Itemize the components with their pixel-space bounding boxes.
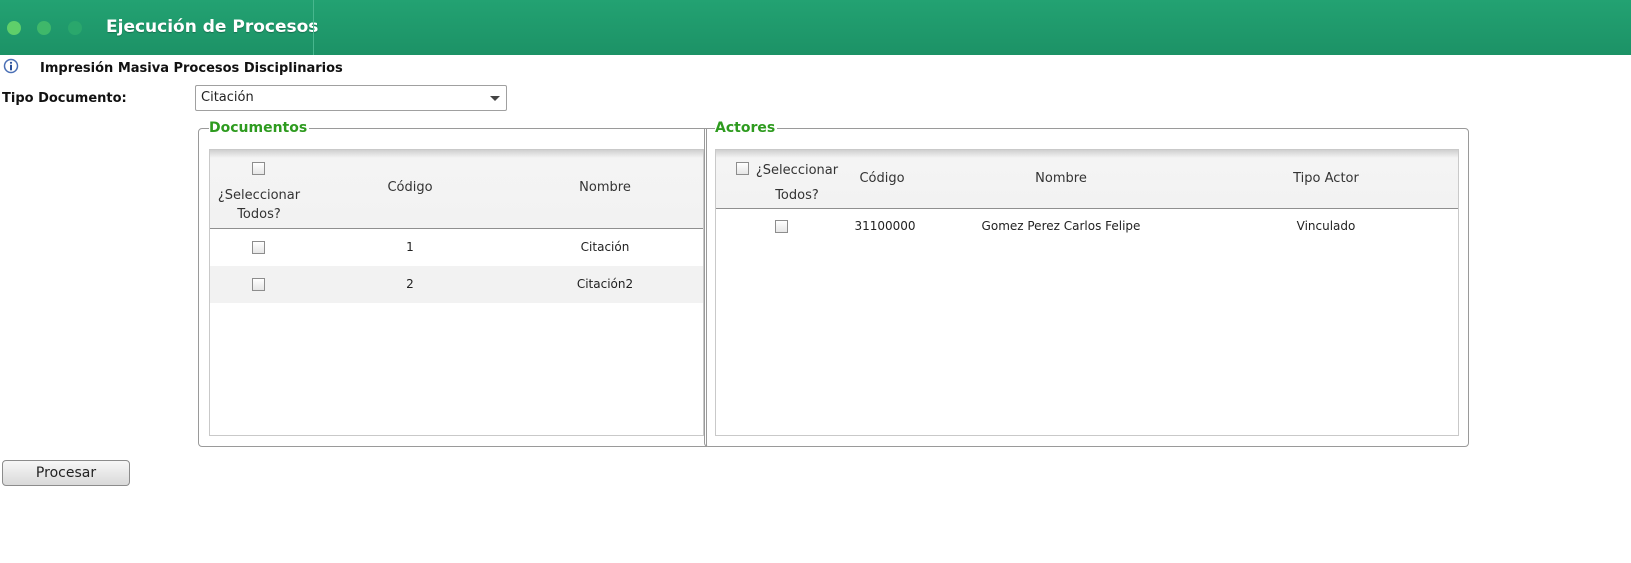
row-checkbox[interactable]	[252, 241, 265, 254]
row-codigo: 2	[406, 277, 414, 291]
info-icon	[3, 58, 19, 74]
row-checkbox[interactable]	[775, 220, 788, 233]
actores-fieldset: Actores ¿Seleccionar Todos? Código Nombr…	[704, 120, 1469, 447]
nombre-header[interactable]: Nombre	[996, 171, 1126, 186]
table-row[interactable]: 1 Citación	[210, 229, 703, 266]
section-title: Impresión Masiva Procesos Disciplinarios	[40, 61, 343, 76]
actores-table-header: ¿Seleccionar Todos? Código Nombre Tipo A…	[716, 150, 1458, 209]
documentos-table: ¿Seleccionar Todos? Código Nombre 1 Cita…	[209, 149, 704, 436]
documentos-fieldset: Documentos ¿Seleccionar Todos? Código No…	[198, 120, 707, 447]
table-row[interactable]: 31100000 Gomez Perez Carlos Felipe Vincu…	[716, 208, 1458, 245]
tipo-documento-select[interactable]: Citación	[195, 85, 507, 111]
tipo-documento-label: Tipo Documento:	[2, 91, 127, 106]
nombre-header[interactable]: Nombre	[555, 180, 655, 195]
select-all-checkbox[interactable]	[252, 162, 265, 175]
tipo-documento-value: Citación	[201, 90, 254, 105]
row-nombre: Citación2	[576, 277, 634, 291]
codigo-header[interactable]: Código	[832, 171, 932, 186]
row-tipo-actor: Vinculado	[1296, 219, 1356, 233]
app-title: Ejecución de Procesos	[106, 17, 319, 37]
tipo-actor-header[interactable]: Tipo Actor	[1271, 171, 1381, 186]
chevron-down-icon[interactable]	[490, 96, 500, 101]
codigo-header[interactable]: Código	[360, 180, 460, 195]
row-nombre: Citación	[580, 240, 630, 254]
row-codigo: 1	[406, 240, 414, 254]
row-codigo: 31100000	[854, 219, 916, 233]
window-dot-icon	[68, 21, 82, 35]
row-checkbox[interactable]	[252, 278, 265, 291]
row-nombre: Gomez Perez Carlos Felipe	[981, 219, 1141, 233]
select-all-checkbox[interactable]	[736, 162, 749, 175]
procesar-button[interactable]: Procesar	[2, 460, 130, 486]
select-all-header: ¿Seleccionar Todos?	[755, 163, 839, 203]
title-divider	[313, 0, 314, 55]
title-bar: Ejecución de Procesos	[0, 0, 1631, 55]
table-row[interactable]: 2 Citación2	[210, 266, 703, 303]
actores-legend: Actores	[715, 120, 778, 136]
documentos-legend: Documentos	[209, 120, 310, 136]
documentos-table-header: ¿Seleccionar Todos? Código Nombre	[210, 150, 703, 229]
select-all-header: ¿Seleccionar Todos?	[217, 188, 301, 222]
window-dot-icon	[7, 21, 21, 35]
actores-table: ¿Seleccionar Todos? Código Nombre Tipo A…	[715, 149, 1459, 436]
window-dot-icon	[37, 21, 51, 35]
